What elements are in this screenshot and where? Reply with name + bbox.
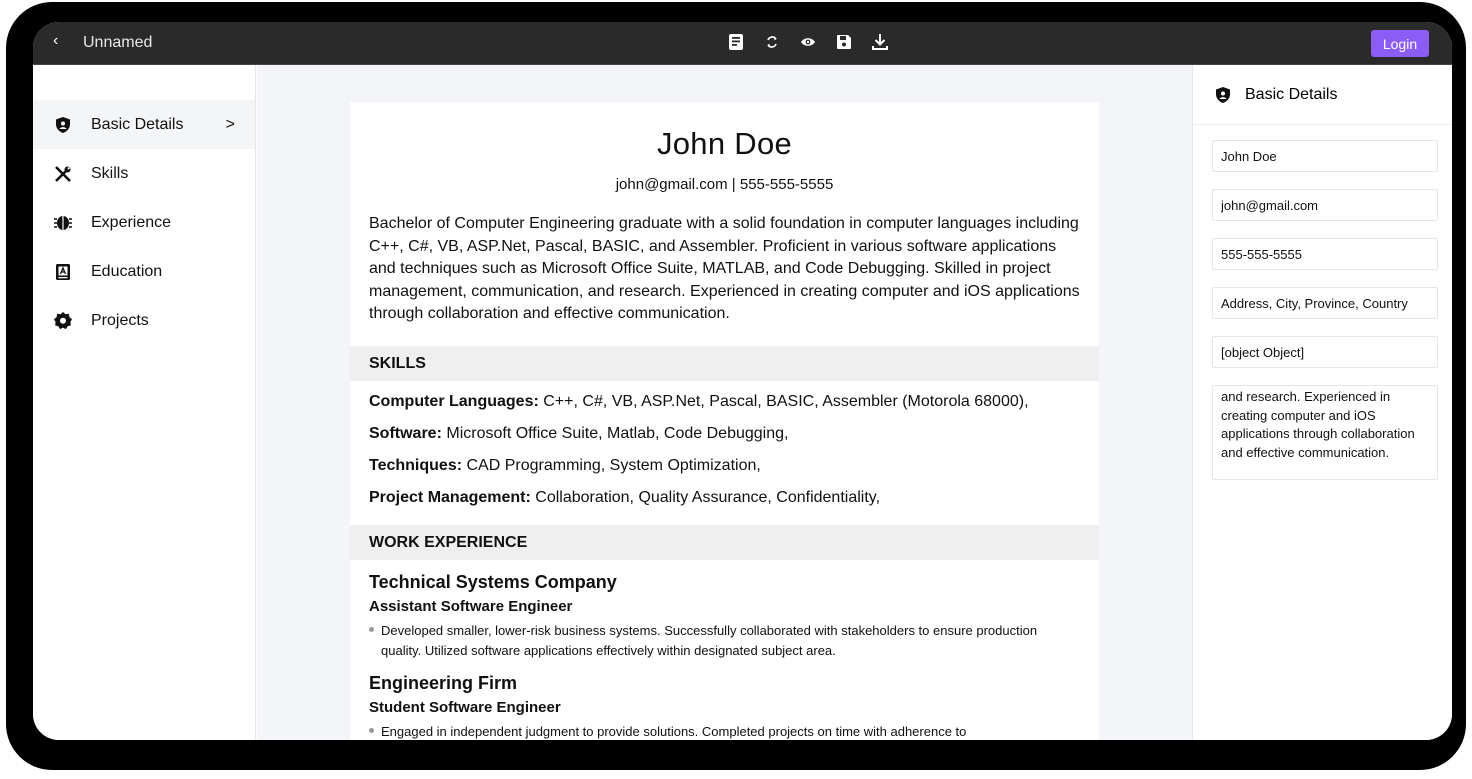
experience-role: Student Software Engineer (369, 698, 561, 716)
phone-field[interactable] (1212, 238, 1438, 270)
experience-bullet: Engaged in independent judgment to provi… (369, 722, 1080, 741)
sidebar-item-basic-details[interactable]: Basic Details > (33, 100, 255, 149)
save-icon[interactable] (833, 31, 855, 53)
experience-bullet: Developed smaller, lower-risk business s… (369, 621, 1080, 661)
skill-value: CAD Programming, System Optimization, (466, 456, 761, 474)
skill-value: C++, C#, VB, ASP.Net, Pascal, BASIC, Ass… (543, 392, 1029, 410)
sidebar-nav: Basic Details > Skills Experience Educat… (33, 100, 255, 345)
experience-list: Technical Systems Company Assistant Soft… (350, 560, 1099, 741)
resume-name: John Doe (656, 126, 793, 161)
toolbar (725, 31, 891, 53)
preview-area: John Doe john@gmail.com | 555-555-5555 B… (257, 65, 1192, 740)
sidebar-item-skills[interactable]: Skills (33, 149, 255, 198)
template-icon[interactable] (725, 31, 747, 53)
sidebar-item-label: Basic Details (91, 115, 184, 133)
badge-icon (53, 311, 73, 331)
editor-panel: Basic Details and research. Experienced … (1192, 65, 1452, 740)
skill-label: Computer Languages: (369, 392, 539, 410)
website-field[interactable] (1212, 336, 1438, 368)
address-field[interactable] (1212, 287, 1438, 319)
skill-label: Project Management: (369, 488, 531, 506)
sidebar-item-label: Experience (91, 213, 172, 231)
sidebar-item-education[interactable]: Education (33, 247, 255, 296)
experience-heading: WORK EXPERIENCE (350, 524, 1099, 560)
skill-row: Techniques: CAD Programming, System Opti… (369, 455, 1080, 487)
chevron-right-icon: > (225, 115, 235, 133)
brain-icon (53, 213, 73, 233)
sidebar-item-experience[interactable]: Experience (33, 198, 255, 247)
skill-value: Microsoft Office Suite, Matlab, Code Deb… (446, 424, 789, 442)
download-icon[interactable] (869, 31, 891, 53)
device-frame: ‹ Unnamed Login Basic Details > Skills E… (6, 2, 1466, 770)
top-bar: ‹ Unnamed Login (33, 22, 1452, 65)
sidebar-item-label: Skills (91, 164, 129, 182)
sidebar: Basic Details > Skills Experience Educat… (33, 65, 256, 740)
basic-details-form: and research. Experienced in creating co… (1193, 125, 1452, 480)
skill-value: Collaboration, Quality Assurance, Confid… (535, 488, 881, 506)
skill-label: Techniques: (369, 456, 463, 474)
document-title[interactable]: Unnamed (83, 34, 152, 52)
skill-label: Software: (369, 424, 442, 442)
summary-textarea[interactable]: and research. Experienced in creating co… (1212, 385, 1438, 480)
email-field[interactable] (1212, 189, 1438, 221)
skills-list: Computer Languages: C++, C#, VB, ASP.Net… (350, 381, 1099, 519)
back-button[interactable]: ‹ (53, 32, 58, 50)
shield-icon (1215, 86, 1231, 104)
experience-company: Engineering Firm (369, 672, 518, 693)
sidebar-item-label: Projects (91, 311, 149, 329)
preview-icon[interactable] (797, 31, 819, 53)
resume-contact: john@gmail.com | 555-555-5555 (615, 176, 834, 193)
skills-heading: SKILLS (350, 345, 1099, 381)
name-field[interactable] (1212, 140, 1438, 172)
resume-summary: Bachelor of Computer Engineering graduat… (369, 215, 1080, 322)
app-window: ‹ Unnamed Login Basic Details > Skills E… (33, 22, 1452, 740)
sidebar-item-label: Education (91, 262, 163, 280)
experience-role: Assistant Software Engineer (369, 597, 573, 615)
book-icon (53, 262, 73, 282)
experience-company: Technical Systems Company (369, 571, 617, 592)
skill-row: Software: Microsoft Office Suite, Matlab… (369, 423, 1080, 455)
skill-row: Computer Languages: C++, C#, VB, ASP.Net… (369, 391, 1080, 423)
tools-icon (53, 164, 73, 184)
editor-panel-header: Basic Details (1193, 65, 1452, 125)
skill-row: Project Management: Collaboration, Quali… (369, 487, 1080, 519)
sidebar-item-projects[interactable]: Projects (33, 296, 255, 345)
shield-icon (53, 115, 73, 135)
editor-panel-title: Basic Details (1245, 85, 1338, 103)
resume-page: John Doe john@gmail.com | 555-555-5555 B… (350, 102, 1099, 740)
login-button[interactable]: Login (1371, 30, 1429, 57)
refresh-icon[interactable] (761, 31, 783, 53)
